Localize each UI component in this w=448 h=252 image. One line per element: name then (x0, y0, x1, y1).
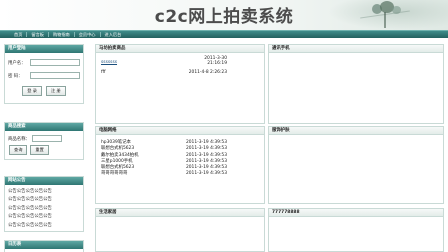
auction-item-link[interactable]: sssssss (101, 60, 117, 65)
misc-section-title: 777778888 (269, 209, 443, 217)
computer-section: 电脑网络 hp3039笔记本 2011-3-19 4:39:53 联想台式机56… (95, 126, 265, 204)
list-item: fff 2011-4-8 2:26:23 (96, 70, 264, 78)
list-item: 戴尔拍卖3434拍机 2011-3-19 4:39:53 (96, 153, 264, 158)
product-date: 2011-3-19 4:39:53 (185, 146, 227, 152)
login-panel: 用户登陆 用户名： 密 码： 登 录 注 册 (4, 44, 84, 104)
register-button[interactable]: 注 册 (46, 86, 66, 96)
username-label: 用户名： (8, 60, 26, 66)
product-date: 2011-3-19 4:39:53 (185, 152, 227, 158)
product-link[interactable]: 哥哥哥哥哥哥 (101, 171, 127, 176)
product-link[interactable]: 联想台式机5623 (101, 146, 134, 151)
header-banner: c2c网上拍卖系统 (0, 0, 448, 30)
list-item: sssssss 2011-3-30 21:16:19 (96, 56, 264, 68)
login-button[interactable]: 登 录 (22, 86, 42, 96)
nav-shopping-guide[interactable]: 购物指南 (49, 32, 75, 37)
product-date: 2011-3-19 4:39:53 (185, 158, 227, 164)
product-date: 2011-3-19 4:39:53 (185, 140, 227, 146)
product-name-input[interactable] (32, 135, 62, 142)
list-item: hp3039笔记本 2011-3-19 4:39:53 (96, 140, 264, 145)
auction-item-time: 21:16:19 (207, 61, 227, 66)
product-link[interactable]: hp3039笔记本 (101, 140, 131, 145)
product-link[interactable]: 戴尔拍卖3434拍机 (101, 153, 139, 158)
calendar-panel: 日历表 (4, 240, 84, 252)
login-title: 用户登陆 (5, 45, 83, 53)
site-title: c2c网上拍卖系统 (154, 7, 294, 27)
misc-section: 777778888 (268, 208, 444, 252)
auction-section-title: 马坊拍卖商品 (96, 45, 264, 53)
mobile-section-title: 通讯手机 (269, 45, 443, 53)
computer-section-title: 电脑网络 (96, 127, 264, 135)
list-item: 联想台式机5623 2011-3-19 4:39:53 (96, 146, 264, 151)
calendar-title: 日历表 (5, 241, 83, 249)
product-date: 2011-3-19 4:39:53 (185, 164, 227, 170)
notice-title: 网站公告 (5, 177, 83, 185)
list-item: 联想台式机5623 2011-3-19 4:39:53 (96, 165, 264, 170)
top-navigation: 首页 留言板 购物指南 会员中心 进入后台 (0, 30, 448, 38)
mobile-section: 通讯手机 (268, 44, 444, 124)
notice-line[interactable]: 公告公告公告公告公告 (5, 205, 83, 211)
product-link[interactable]: 联想台式机5623 (101, 165, 134, 170)
product-date: 2011-3-19 4:39:53 (185, 171, 227, 177)
reset-button[interactable]: 重置 (30, 145, 49, 155)
clothing-section-title: 服饰护肤 (269, 127, 443, 135)
password-input[interactable] (30, 72, 80, 79)
auction-item-date: 2011-4-8 2:26:23 (188, 70, 227, 75)
product-link[interactable]: 三星p1000手机 (101, 159, 133, 164)
list-item: 哥哥哥哥哥哥 2011-3-19 4:39:53 (96, 171, 264, 176)
password-label: 密 码： (8, 73, 23, 79)
query-button[interactable]: 查询 (9, 145, 28, 155)
search-panel: 商品搜索 商品名称： 查询 重置 (4, 122, 84, 160)
notice-line[interactable]: 公告公告公告公告公告 (5, 222, 83, 228)
notice-line[interactable]: 公告公告公告公告公告 (5, 188, 83, 194)
auction-item-link[interactable]: fff (101, 70, 106, 78)
search-title: 商品搜索 (5, 123, 83, 131)
product-name-label: 商品名称： (8, 136, 30, 142)
clothing-section: 服饰护肤 (268, 126, 444, 204)
list-item: 三星p1000手机 2011-3-19 4:39:53 (96, 159, 264, 164)
nav-member-center[interactable]: 会员中心 (75, 32, 101, 37)
nav-admin[interactable]: 进入后台 (101, 32, 126, 37)
nav-home[interactable]: 首页 (10, 32, 28, 37)
auction-section: 马坊拍卖商品 sssssss 2011-3-30 21:16:19 fff 20… (95, 44, 265, 124)
home-section: 生活家居 (95, 208, 265, 252)
notice-line[interactable]: 公告公告公告公告公告 (5, 213, 83, 219)
nav-guestbook[interactable]: 留言板 (27, 32, 49, 37)
home-section-title: 生活家居 (96, 209, 264, 217)
notice-panel: 网站公告 公告公告公告公告公告 公告公告公告公告公告 公告公告公告公告公告 公告… (4, 176, 84, 232)
notice-line[interactable]: 公告公告公告公告公告 (5, 196, 83, 202)
username-input[interactable] (30, 59, 80, 66)
